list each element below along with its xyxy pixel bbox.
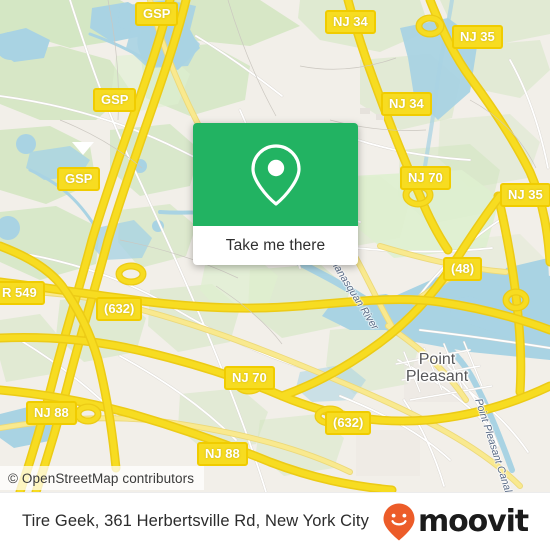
moovit-logo[interactable]: moovit (382, 502, 529, 542)
highway-shield-label: NJ 35 (508, 187, 543, 202)
highway-shield-label: NJ 34 (389, 96, 424, 111)
moovit-wordmark: moovit (417, 504, 529, 539)
highway-shield: GSP (93, 88, 137, 112)
highway-shield: R 549 (0, 281, 45, 305)
highway-shield: GSP (135, 2, 179, 26)
moovit-map-screenshot: .land{fill:#f2efe9} .green{fill:#cfe5bd}… (0, 0, 550, 550)
highway-shield: NJ 88 (197, 442, 248, 466)
highway-shield-label: GSP (101, 92, 129, 107)
map-canvas[interactable]: .land{fill:#f2efe9} .green{fill:#cfe5bd}… (0, 0, 550, 492)
highway-shield-label: NJ 88 (34, 405, 69, 420)
moovit-pin-smile-icon (383, 503, 415, 540)
popup-pointer-tail (72, 142, 94, 155)
location-address: Tire Geek, 361 Herbertsville Rd, New Yor… (22, 512, 369, 530)
highway-shield-label: NJ 70 (408, 170, 443, 185)
highway-shield: NJ 35 (500, 183, 550, 207)
highway-shield: (632) (325, 411, 372, 435)
osm-attribution-text: © OpenStreetMap contributors (8, 470, 195, 486)
highway-shield: (48) (443, 257, 483, 281)
highway-shield: GSP (57, 167, 101, 191)
osm-attribution[interactable]: © OpenStreetMap contributors (0, 466, 205, 490)
map-pin-icon (250, 143, 301, 206)
highway-shield: NJ 35 (452, 25, 503, 49)
highway-shield: NJ 88 (26, 401, 77, 425)
popup-image-area (193, 123, 358, 226)
footer-bar: Tire Geek, 361 Herbertsville Rd, New Yor… (0, 492, 550, 550)
highway-shield-label: NJ 35 (460, 29, 495, 44)
take-me-there-label: Take me there (225, 236, 326, 254)
highway-shield: NJ 70 (400, 166, 451, 190)
highway-shield-label: (632) (333, 415, 364, 430)
highway-shield-label: (632) (104, 301, 135, 316)
location-popup[interactable]: Take me there (193, 123, 358, 265)
highway-shield-label: GSP (65, 171, 93, 186)
highway-shield: NJ 70 (224, 366, 275, 390)
highway-shield-label: NJ 88 (205, 446, 240, 461)
highway-shield-label: NJ 34 (333, 14, 368, 29)
highway-shield-label: GSP (143, 6, 171, 21)
highway-shield: NJ 34 (325, 10, 376, 34)
highway-shield-label: NJ 70 (232, 370, 267, 385)
highway-shield-label: (48) (451, 261, 475, 276)
highway-shield: (632) (96, 297, 143, 321)
take-me-there-button[interactable]: Take me there (193, 226, 358, 265)
highway-shield: NJ 34 (381, 92, 432, 116)
highway-shield-label: R 549 (2, 285, 37, 300)
